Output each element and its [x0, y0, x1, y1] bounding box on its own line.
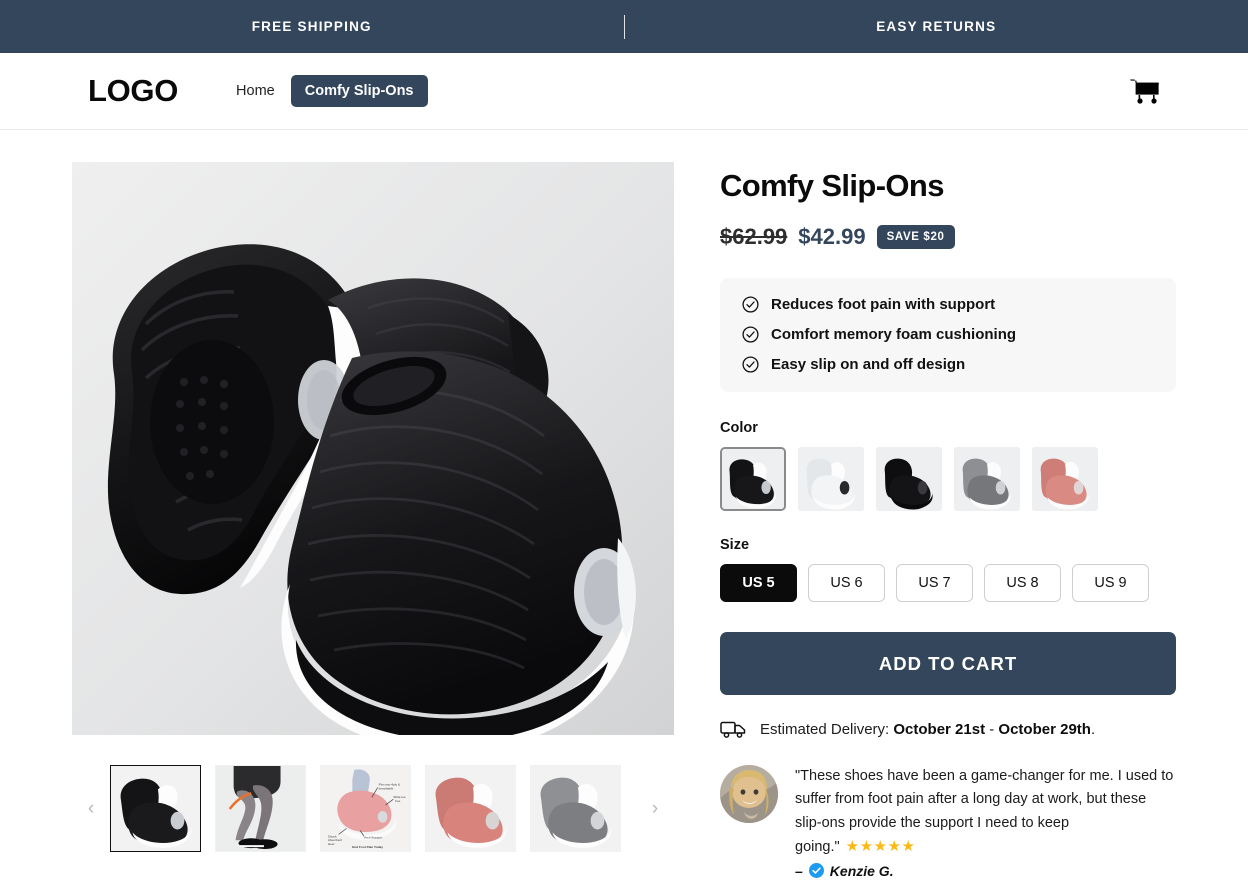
thumbnail-prev-button[interactable]: ‹ [72, 798, 110, 820]
delivery-suffix: . [1090, 720, 1096, 738]
price-block: $62.99 $42.99 SAVE $20 [720, 224, 1176, 250]
benefit-label: Reduces foot pain with support [771, 296, 996, 313]
review-author-name: Kenzie G. [829, 862, 894, 879]
verified-check-icon [808, 863, 824, 879]
customer-avatar-image [720, 765, 778, 823]
svg-text:Heel: Heel [328, 842, 335, 846]
size-option-us-8[interactable]: US 8 [984, 564, 1061, 602]
thumbnail-strip: Flex two-4ply & breathable Wide toe box … [110, 765, 636, 852]
size-option-us-6[interactable]: US 6 [808, 564, 885, 602]
benefits-box: Reduces foot pain with support Comfort m… [720, 278, 1176, 392]
shopping-cart-icon [1130, 79, 1159, 104]
svg-text:box: box [395, 799, 400, 803]
black-sneaker-pair-thumb-icon [111, 766, 200, 851]
gray-shoe-swatch-icon [955, 448, 1019, 510]
check-circle-icon [742, 326, 759, 343]
save-badge: SAVE $20 [876, 225, 955, 249]
size-option-us-7[interactable]: US 7 [896, 564, 973, 602]
color-label: Color [720, 420, 758, 436]
black-shoe-swatch-icon [722, 449, 784, 509]
delivery-separator: - [985, 720, 999, 738]
announcement-bar: FREE SHIPPING EASY RETURNS [0, 0, 1248, 53]
review-body: "These shoes have been a game-changer fo… [795, 765, 1176, 879]
pink-sneaker-pair-thumb-icon [426, 766, 515, 851]
all-black-shoe-swatch-icon [877, 448, 941, 510]
thumbnail-2-model-wearing-sneakers[interactable] [215, 765, 306, 852]
main-nav: Home Comfy Slip-Ons [234, 75, 428, 107]
review-text: "These shoes have been a game-changer fo… [795, 765, 1176, 860]
pink-shoe-swatch-icon [1033, 448, 1097, 510]
benefit-item: Easy slip on and off design [742, 356, 1154, 373]
delivery-prefix: Estimated Delivery: [760, 720, 894, 738]
thumbnail-next-button[interactable]: › [636, 798, 674, 820]
color-swatch-gray[interactable] [954, 447, 1020, 511]
product-gallery: ‹ Flex two-4ply & breathable Wide toe bo… [72, 162, 674, 879]
sale-price: $42.99 [798, 224, 866, 249]
announcement-free-shipping: FREE SHIPPING [251, 19, 372, 34]
delivery-date-start: October 21st [893, 720, 986, 738]
check-circle-icon [742, 356, 759, 373]
delivery-date-end: October 29th [998, 720, 1091, 738]
svg-text:breathable: breathable [379, 786, 394, 790]
color-swatch-all-black[interactable] [876, 447, 942, 511]
avatar [720, 765, 778, 823]
thumbnail-3-infographic[interactable]: Flex two-4ply & breathable Wide toe box … [320, 765, 411, 852]
benefit-item: Comfort memory foam cushioning [742, 326, 1154, 343]
site-logo[interactable]: LOGO [88, 73, 178, 109]
customer-review: "These shoes have been a game-changer fo… [720, 765, 1176, 879]
gray-sneaker-pair-thumb-icon [531, 766, 620, 851]
size-selector-group: US 5 US 6 US 7 US 8 US 9 [720, 564, 1176, 602]
announcement-divider [623, 14, 625, 39]
hero-image[interactable] [72, 162, 674, 735]
thumbnail-carousel: ‹ Flex two-4ply & breathable Wide toe bo… [72, 765, 674, 852]
review-author: – Kenzie G. [795, 863, 1176, 879]
nav-item-comfy-slip-ons[interactable]: Comfy Slip-Ons [290, 75, 428, 107]
white-shoe-swatch-icon [799, 448, 863, 510]
size-label: Size [720, 537, 750, 553]
product-page: ‹ Flex two-4ply & breathable Wide toe bo… [0, 130, 1248, 879]
pink-sneaker-infographic-thumb-icon: Flex two-4ply & breathable Wide toe box … [321, 766, 410, 851]
benefit-item: Reduces foot pain with support [742, 296, 1154, 313]
delivery-truck-icon [720, 721, 746, 738]
nav-item-home[interactable]: Home [234, 79, 277, 103]
cart-button[interactable] [1130, 78, 1160, 105]
size-option-us-9[interactable]: US 9 [1072, 564, 1149, 602]
star-rating: ★★★★★ [845, 838, 916, 856]
color-swatch-pink[interactable] [1032, 447, 1098, 511]
product-info: Comfy Slip-Ons $62.99 $42.99 SAVE $20 Re… [720, 162, 1176, 879]
site-header: LOGO Home Comfy Slip-Ons [0, 53, 1248, 130]
thumbnail-1-black-sneaker-pair[interactable] [110, 765, 201, 852]
color-swatch-black[interactable] [720, 447, 786, 511]
estimated-delivery: Estimated Delivery: October 21st - Octob… [720, 719, 1176, 739]
product-title: Comfy Slip-Ons [720, 168, 944, 203]
color-swatch-white[interactable] [798, 447, 864, 511]
model-legs-thumb-icon [216, 766, 305, 851]
size-option-us-5[interactable]: US 5 [720, 564, 797, 602]
review-author-dash: – [795, 862, 803, 879]
benefit-label: Comfort memory foam cushioning [771, 326, 1017, 343]
color-swatch-group [720, 447, 1176, 511]
check-circle-icon [742, 296, 759, 313]
original-price: $62.99 [720, 224, 788, 249]
svg-text:End Foot Pain Today: End Foot Pain Today [352, 845, 383, 849]
black-sneaker-hero-illustration [72, 162, 674, 735]
svg-text:Arch Support: Arch Support [364, 835, 382, 839]
delivery-text: Estimated Delivery: October 21st - Octob… [760, 721, 1095, 738]
add-to-cart-button[interactable]: ADD TO CART [720, 632, 1176, 695]
benefit-label: Easy slip on and off design [771, 356, 966, 373]
thumbnail-5-gray-sneaker-pair[interactable] [530, 765, 621, 852]
thumbnail-4-pink-sneaker-pair[interactable] [425, 765, 516, 852]
announcement-easy-returns: EASY RETURNS [876, 19, 997, 34]
